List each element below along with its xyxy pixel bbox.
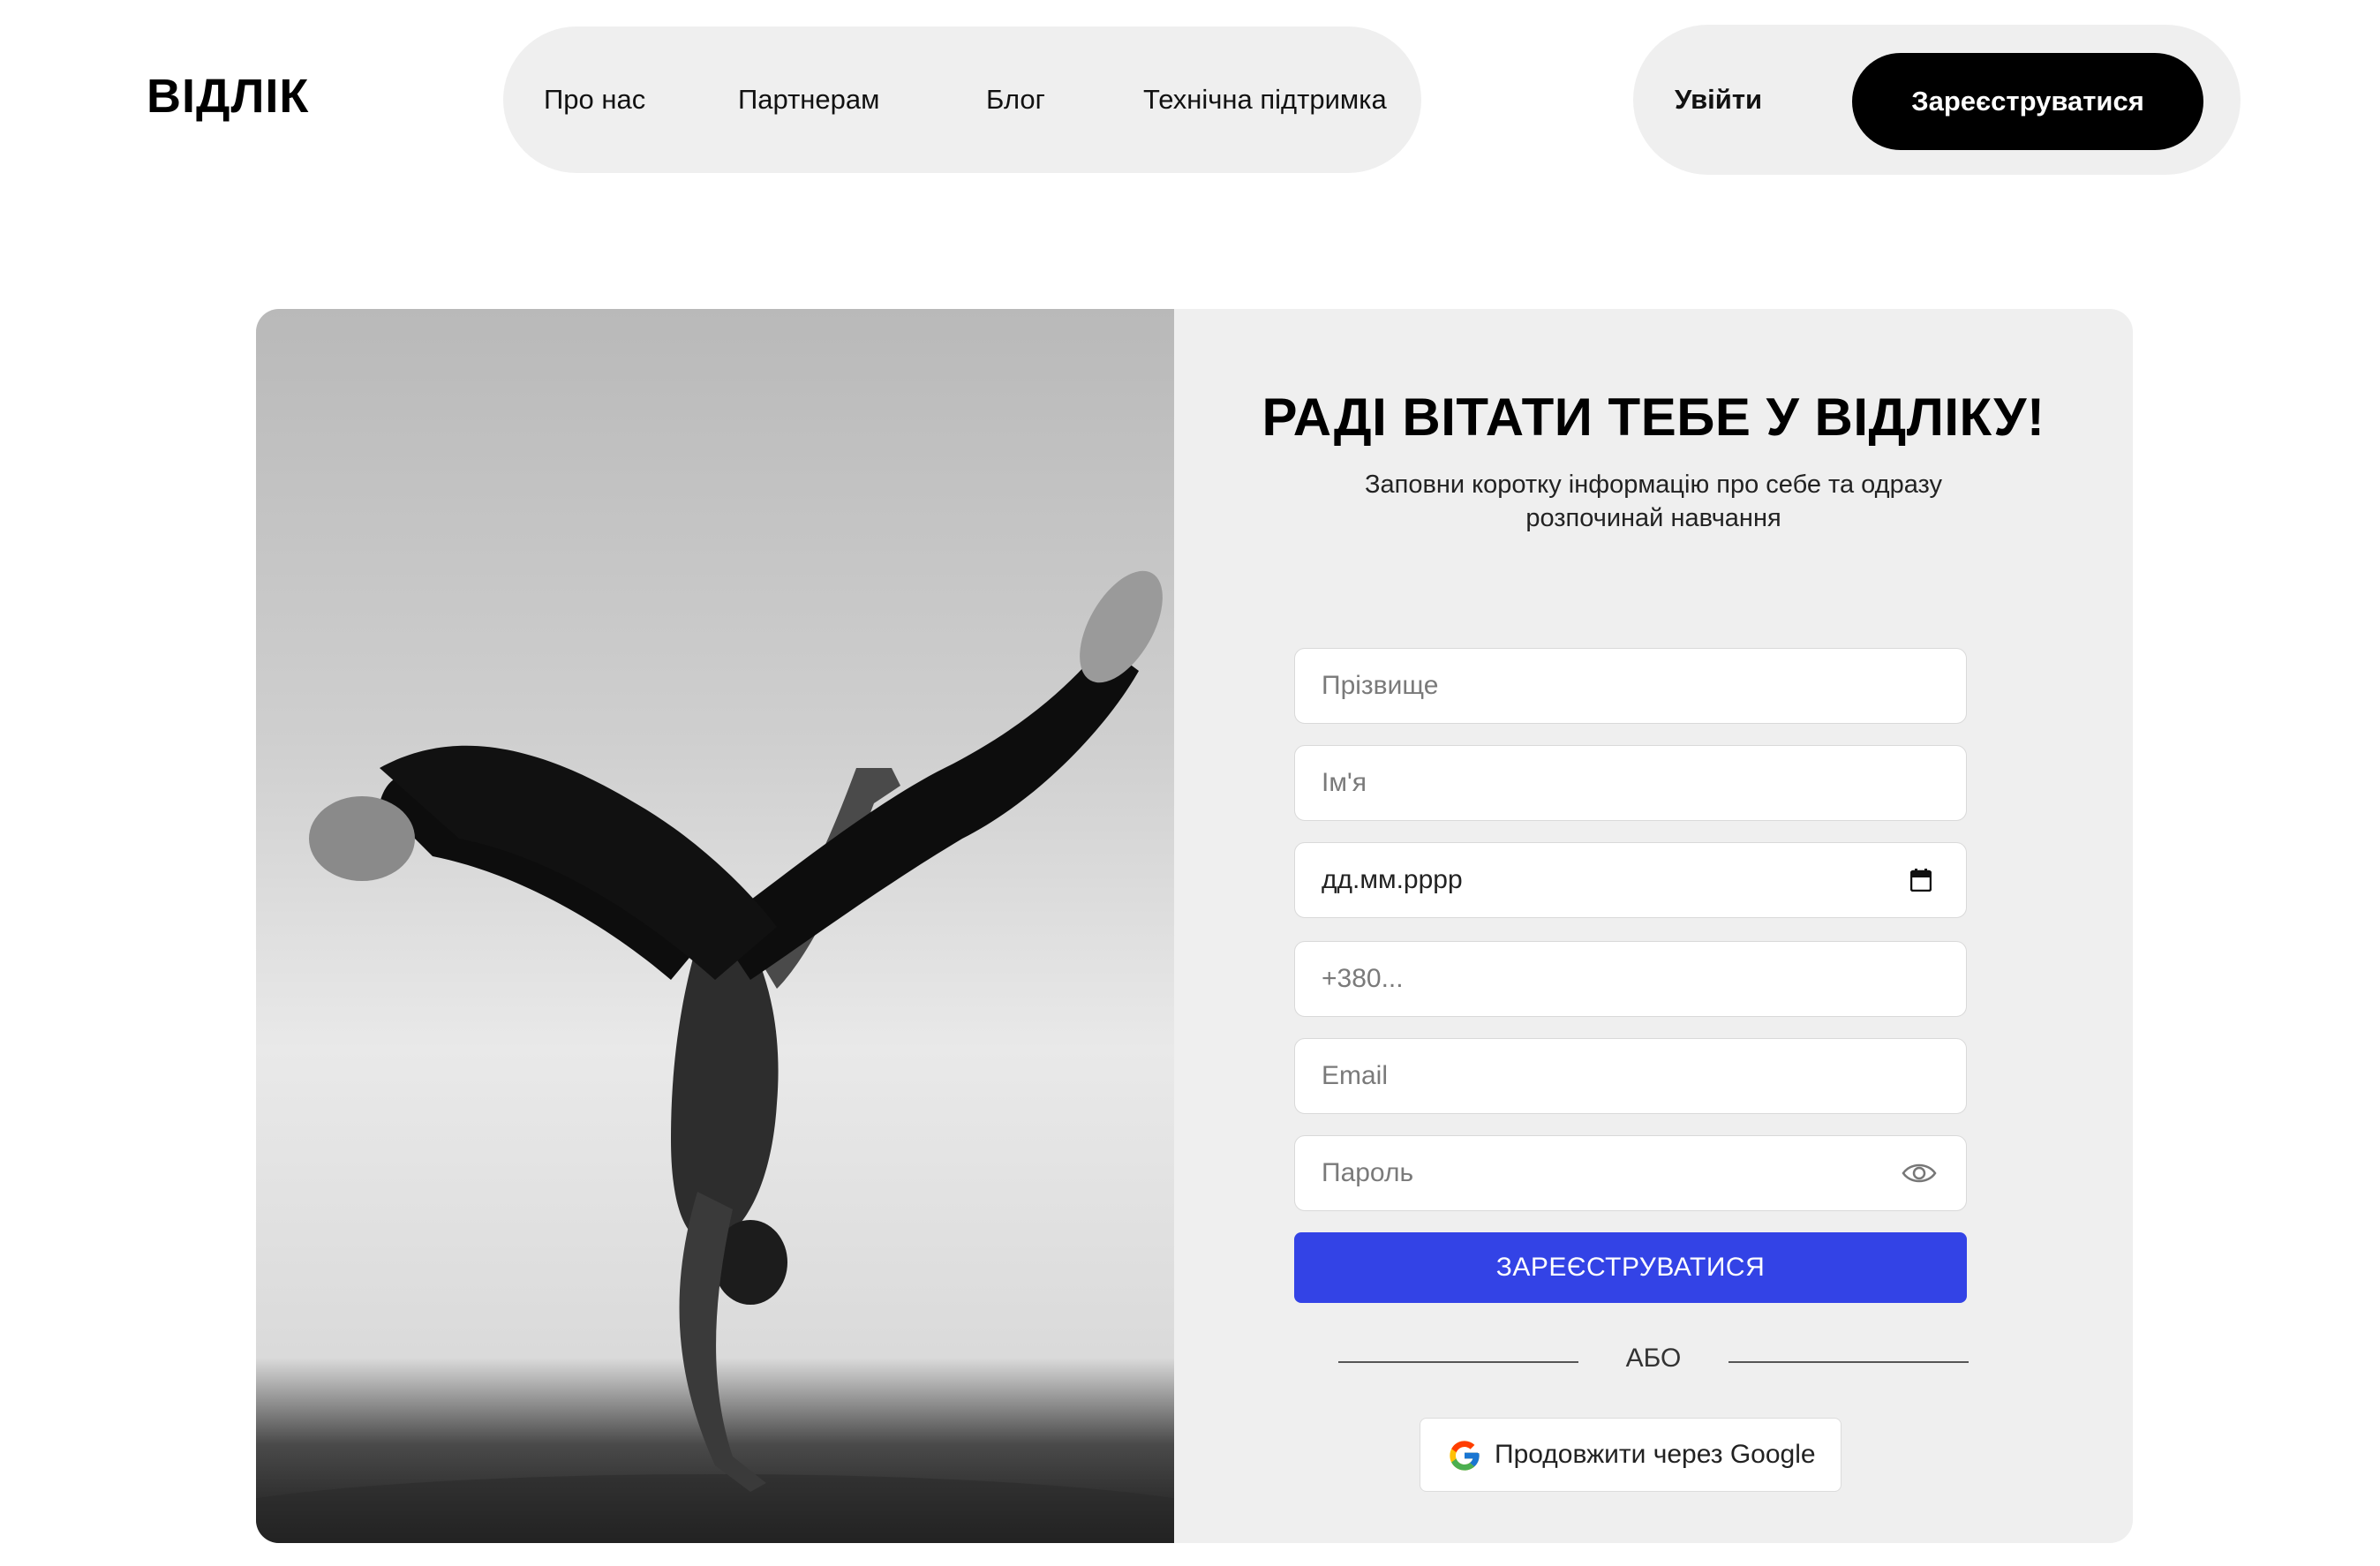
- password-field: [1294, 1135, 1967, 1211]
- phone-input[interactable]: [1294, 941, 1967, 1017]
- password-input[interactable]: [1294, 1135, 1967, 1211]
- login-link[interactable]: Увійти: [1675, 25, 1762, 175]
- nav-item-about[interactable]: Про нас: [544, 26, 645, 173]
- nav-item-partners[interactable]: Партнерам: [738, 26, 879, 173]
- birthdate-field: [1294, 842, 1967, 918]
- google-logo-icon: [1450, 1441, 1480, 1471]
- brand-logo[interactable]: ВІДЛІК: [147, 69, 309, 124]
- email-input[interactable]: [1294, 1038, 1967, 1114]
- registration-card: РАДІ ВІТАТИ ТЕБЕ У ВІДЛІКУ! Заповни коро…: [256, 309, 2133, 1543]
- nav-item-support[interactable]: Технічна підтримка: [1143, 26, 1387, 173]
- dancer-illustration: [256, 570, 1174, 1543]
- google-signin-button[interactable]: Продовжити через Google: [1420, 1418, 1841, 1492]
- name-input[interactable]: [1294, 745, 1967, 821]
- birthdate-input[interactable]: [1294, 842, 1967, 918]
- google-signin-label: Продовжити через Google: [1495, 1440, 1816, 1469]
- registration-form: РАДІ ВІТАТИ ТЕБЕ У ВІДЛІКУ! Заповни коро…: [1174, 309, 2133, 1543]
- dancer-photo: [256, 309, 1174, 1543]
- form-subtitle: Заповни коротку інформацію про себе та о…: [1364, 471, 1942, 532]
- header-register-button[interactable]: Зареєструватися: [1852, 53, 2203, 150]
- main-nav: Про нас Партнерам Блог Технічна підтримк…: [503, 26, 1421, 173]
- calendar-icon[interactable]: [1910, 869, 1932, 892]
- submit-register-button[interactable]: ЗАРЕЄСТРУВАТИСЯ: [1294, 1232, 1967, 1303]
- nav-item-blog[interactable]: Блог: [986, 26, 1045, 173]
- divider-right: [1729, 1361, 1969, 1363]
- or-divider-label: АБО: [1625, 1344, 1682, 1373]
- surname-input[interactable]: [1294, 648, 1967, 724]
- eye-icon[interactable]: [1902, 1160, 1937, 1186]
- form-title: РАДІ ВІТАТИ ТЕБЕ У ВІДЛІКУ!: [1262, 388, 2045, 447]
